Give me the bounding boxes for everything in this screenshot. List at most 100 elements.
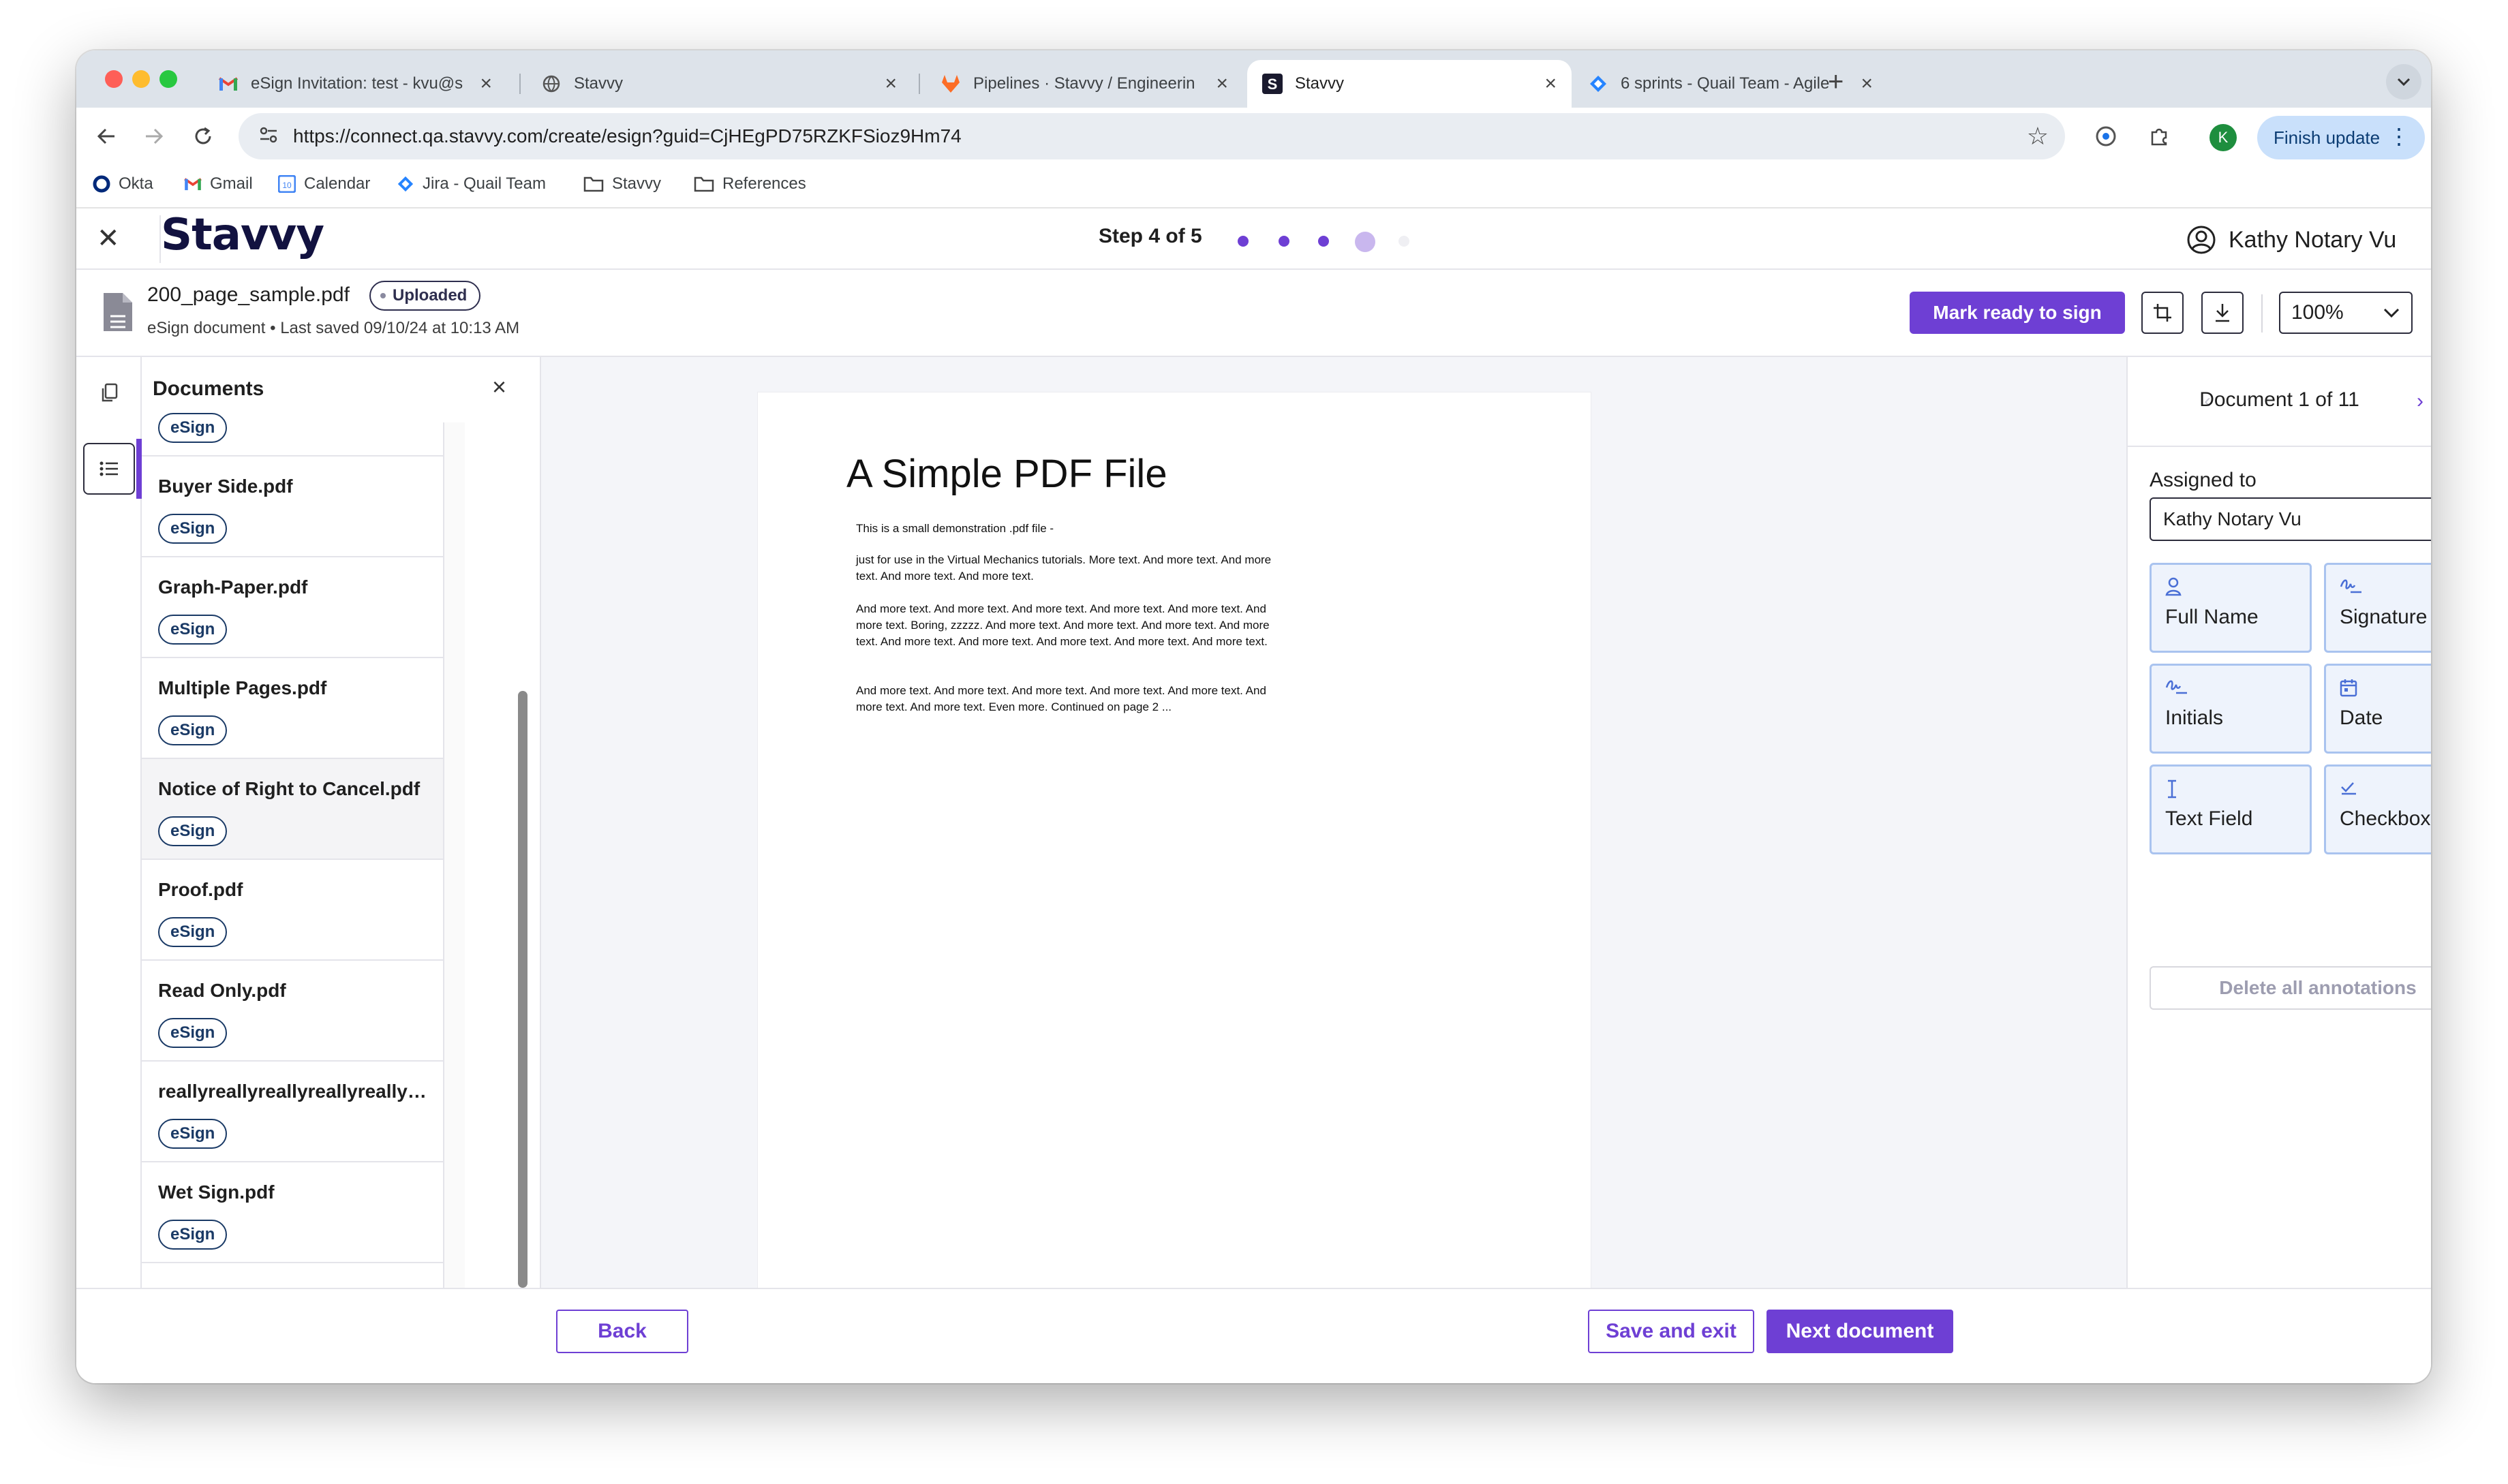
finish-update-label: Finish update [2274,127,2381,148]
document-viewer: A Simple PDF File This is a small demons… [541,357,2126,1288]
crop-frame-button[interactable] [2141,292,2184,334]
initials-icon [2165,678,2188,701]
pdf-page[interactable]: A Simple PDF File This is a small demons… [758,392,1591,1288]
documents-list: eSign Buyer Side.pdf eSign Graph-Paper.p… [142,413,444,1288]
address-bar[interactable]: https://connect.qa.stavvy.com/create/esi… [239,113,2065,159]
bookmark-gmail[interactable]: Gmail [184,174,253,194]
tab-search-chevron-icon[interactable] [2386,64,2421,99]
tab-esign-invitation[interactable]: eSign Invitation: test - kvu@s × [203,60,507,108]
text-field-button[interactable]: Text Field [2150,764,2312,854]
esign-badge: eSign [158,1220,228,1250]
field-label: Checkbox [2340,807,2431,830]
bookmark-calendar[interactable]: 10 Calendar [278,174,370,194]
zoom-value: 100% [2291,301,2344,324]
document-item-name: Buyer Side.pdf [158,476,293,497]
bookmark-references-folder[interactable]: References [694,174,806,194]
next-document-button[interactable]: Next document [1767,1310,1953,1353]
extension-icon[interactable] [2090,120,2122,153]
tab-separator [519,74,521,94]
list-item[interactable]: Multiple Pages.pdf eSign [142,658,443,759]
list-item[interactable]: Graph-Paper.pdf eSign [142,557,443,658]
tab-title: 6 sprints - Quail Team - Agile [1621,74,1830,93]
list-item[interactable]: eSign [142,357,443,457]
back-button[interactable]: Back [556,1310,688,1353]
field-label: Text Field [2165,807,2253,830]
calendar-icon: 10 [278,175,296,193]
save-and-exit-button[interactable]: Save and exit [1588,1310,1754,1353]
step-dot-3 [1318,236,1329,247]
window-minimize-dot[interactable] [132,70,150,88]
reload-icon[interactable] [187,120,219,153]
pages-rail-button[interactable] [83,367,135,418]
tab-title: Stavvy [1295,74,1345,93]
tab-close-icon[interactable]: × [1544,72,1557,95]
tab-pipelines[interactable]: Pipelines · Stavvy / Engineerin × [926,60,1243,108]
step-dot-1 [1238,236,1249,247]
close-icon[interactable]: ✕ [97,223,120,253]
puzzle-extensions-icon[interactable] [2143,120,2175,153]
svg-text:S: S [1268,76,1278,93]
tab-stavvy-active[interactable]: S Stavvy × [1247,60,1572,108]
delete-all-annotations-button[interactable]: Delete all annotations [2150,966,2431,1010]
tab-close-icon[interactable]: × [480,72,492,95]
full-name-field-button[interactable]: Full Name [2150,563,2312,653]
tab-title: Pipelines · Stavvy / Engineerin [973,74,1195,93]
zoom-select[interactable]: 100% [2279,292,2413,334]
bookmark-okta[interactable]: Okta [93,174,153,194]
list-item[interactable]: reallyreallyreallyreallyreallyreallyreal… [142,1062,443,1162]
tab-close-icon[interactable]: × [1216,72,1228,95]
app-header: ✕ Stavvy Step 4 of 5 Kathy Notary Vu [76,208,2431,270]
document-item-name: Proof.pdf [158,879,243,900]
list-item[interactable]: Proof.pdf eSign [142,860,443,961]
document-item-name: Read Only.pdf [158,980,286,1001]
bookmark-jira[interactable]: Jira - Quail Team [397,174,546,194]
list-item[interactable]: Read Only.pdf eSign [142,961,443,1062]
checkbox-field-button[interactable]: Checkbox [2324,764,2431,854]
more-menu-icon[interactable]: ⋮ [2388,124,2410,149]
forward-arrow-icon[interactable] [138,120,170,153]
bookmark-stavvy-folder[interactable]: Stavvy [583,174,661,194]
esign-badge: eSign [158,1018,228,1048]
jira-icon [397,175,414,193]
document-counter: Document 1 of 11 [2199,388,2359,411]
document-icon [102,292,134,336]
site-settings-icon[interactable] [259,127,278,146]
user-menu[interactable]: Kathy Notary Vu [2186,225,2396,255]
document-item-name: Notice of Right to Cancel.pdf [158,778,420,799]
folder-icon [694,176,714,192]
tab-close-icon[interactable]: × [1861,72,1873,95]
check-icon [2340,779,2359,802]
list-item[interactable]: Buyer Side.pdf eSign [142,457,443,557]
scrollbar-thumb[interactable] [518,691,527,1288]
document-bar: 200_page_sample.pdf Uploaded eSign docum… [76,270,2431,357]
list-item[interactable]: Wet Sign.pdf eSign [142,1162,443,1263]
tab-separator [919,74,920,94]
initials-field-button[interactable]: Initials [2150,664,2312,754]
documents-rail-button[interactable] [83,443,135,495]
tab-close-icon[interactable]: × [885,72,897,95]
mark-ready-button[interactable]: Mark ready to sign [1910,292,2125,334]
date-field-button[interactable]: Date [2324,664,2431,754]
toolbar-divider [2261,294,2263,333]
window-maximize-dot[interactable] [159,70,177,88]
window-close-dot[interactable] [105,70,123,88]
download-button[interactable] [2201,292,2244,334]
list-item-highlighted[interactable]: Notice of Right to Cancel.pdf eSign [142,759,443,860]
stavvy-logo[interactable]: Stavvy [161,210,324,260]
signature-icon [2340,577,2363,600]
new-tab-icon[interactable]: + [1828,68,1844,95]
chevron-right-icon[interactable]: › [2417,390,2423,413]
assignee-select[interactable]: Kathy Notary Vu [2150,497,2431,541]
signature-field-button[interactable]: Signature [2324,563,2431,653]
bookmark-star-icon[interactable]: ☆ [2027,123,2049,150]
back-arrow-icon[interactable] [90,120,123,153]
browser-toolbar: https://connect.qa.stavvy.com/create/esi… [76,108,2431,165]
list-icon [100,461,118,476]
finish-update-button[interactable]: Finish update ⋮ [2257,116,2425,159]
stavvy-favicon: S [1262,74,1283,94]
scrollbar-track[interactable] [444,422,465,1288]
calendar-icon [2340,678,2357,702]
tab-stavvy-1[interactable]: Stavvy × [526,60,912,108]
profile-avatar[interactable]: K [2209,124,2237,151]
close-panel-icon[interactable]: × [492,373,506,401]
